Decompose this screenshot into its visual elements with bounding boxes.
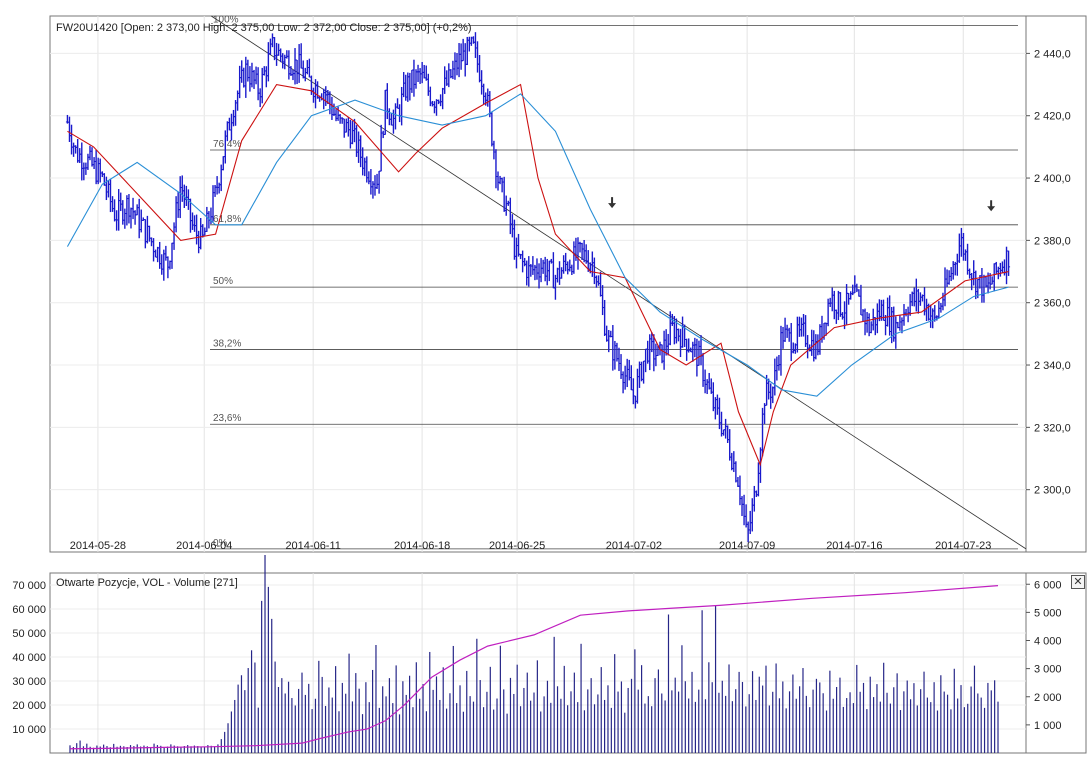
close-panel-button[interactable]: ✕ — [1071, 575, 1085, 589]
volume-right-tick-label: 3 000 — [1034, 664, 1062, 676]
price-x-tick-label: 2014-06-04 — [176, 540, 232, 552]
price-axis-frame — [1025, 15, 1087, 553]
fibonacci-level-label: 23,6% — [213, 413, 241, 424]
volume-chart-title: Otwarte Pozycje, VOL - Volume [271] — [56, 577, 238, 589]
fibonacci-level-label: 50% — [213, 276, 233, 287]
price-x-tick-label: 2014-07-02 — [606, 540, 662, 552]
fibonacci-level-label: 38,2% — [213, 338, 241, 349]
price-x-axis-labels: 2014-05-28 2014-06-04 2014-06-11 2014-06-18… — [70, 540, 992, 552]
price-y-tick-label: 2 300,0 — [1034, 485, 1071, 497]
price-y-tick-label: 2 400,0 — [1034, 173, 1071, 185]
volume-left-tick-label: 10 000 — [12, 724, 46, 736]
price-y-tick-label: 2 360,0 — [1034, 298, 1071, 310]
volume-right-tick-label: 1 000 — [1034, 720, 1062, 732]
price-x-tick-label: 2014-06-18 — [394, 540, 450, 552]
price-panel: 100%76,4%61,8%50%38,2%23,6%0% 2014-05-28… — [49, 14, 1087, 553]
price-y-tick-label: 2 440,0 — [1034, 48, 1071, 60]
volume-left-axis-labels: 10 000 20 000 30 000 40 000 50 000 60 000 70 0… — [12, 580, 46, 736]
price-plot-frame — [49, 15, 1027, 553]
price-y-tick-label: 2 320,0 — [1034, 422, 1071, 434]
price-x-tick-label: 2014-05-28 — [70, 540, 126, 552]
price-y-tick-label: 2 380,0 — [1034, 235, 1071, 247]
volume-left-tick-label: 50 000 — [12, 628, 46, 640]
chart-canvas: 100%76,4%61,8%50%38,2%23,6%0% 2014-05-28… — [12, 14, 1087, 754]
price-y-tick-label: 2 340,0 — [1034, 360, 1071, 372]
volume-left-tick-label: 70 000 — [12, 580, 46, 592]
price-x-tick-label: 2014-06-25 — [489, 540, 545, 552]
volume-left-tick-label: 40 000 — [12, 652, 46, 664]
price-x-tick-label: 2014-06-11 — [285, 540, 340, 552]
volume-right-tick-label: 2 000 — [1034, 692, 1062, 704]
volume-left-tick-label: 20 000 — [12, 700, 46, 712]
volume-right-tick-label: 6 000 — [1034, 579, 1062, 591]
price-x-tick-label: 2014-07-09 — [719, 540, 775, 552]
volume-left-tick-label: 60 000 — [12, 604, 46, 616]
price-x-tick-label: 2014-07-23 — [935, 540, 991, 552]
volume-plot-frame — [49, 572, 1027, 754]
fibonacci-level-label: 61,8% — [213, 214, 241, 225]
price-x-tick-label: 2014-07-16 — [826, 540, 882, 552]
volume-right-tick-label: 4 000 — [1034, 636, 1062, 648]
volume-left-tick-label: 30 000 — [12, 676, 46, 688]
price-chart-title: FW20U1420 [Open: 2 373,00 High: 2 375,00… — [56, 22, 472, 34]
price-y-tick-label: 2 420,0 — [1034, 111, 1071, 123]
volume-right-tick-label: 5 000 — [1034, 607, 1062, 619]
volume-panel: 10 000 20 000 30 000 40 000 50 000 60 000 70 0… — [12, 555, 1087, 754]
